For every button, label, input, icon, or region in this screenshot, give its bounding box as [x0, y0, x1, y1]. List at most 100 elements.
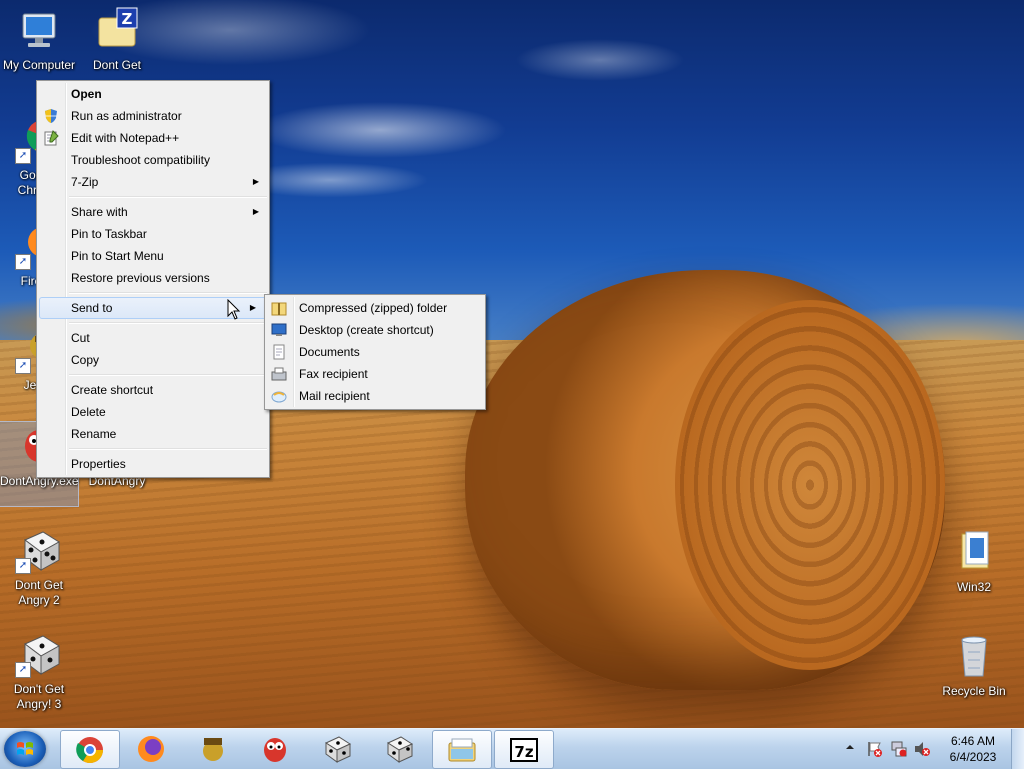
- clock-date: 6/4/2023: [949, 750, 997, 764]
- dice-icon: ➚: [15, 526, 63, 574]
- taskbar-button-firefox[interactable]: [122, 730, 180, 767]
- menu-item-label: Compressed (zipped) folder: [299, 301, 448, 315]
- shortcut-arrow-icon: ➚: [15, 558, 31, 574]
- dice-icon: ➚: [15, 630, 63, 678]
- menu-item-label: Restore previous versions: [71, 271, 210, 285]
- network-icon[interactable]: [890, 740, 908, 761]
- desktop-icon-dont-get-angry-3[interactable]: ➚ Don't Get Angry! 3: [0, 630, 78, 712]
- menu-item-rename[interactable]: Rename: [37, 423, 269, 445]
- taskbar-button-chrome[interactable]: [60, 730, 120, 769]
- start-button[interactable]: [4, 731, 46, 767]
- uac-shield-icon: [43, 108, 59, 124]
- send-to-compressed-folder[interactable]: Compressed (zipped) folder: [265, 297, 485, 319]
- explorer-icon: [447, 735, 477, 765]
- desktop-icon-win32[interactable]: Win32: [935, 528, 1013, 595]
- menu-item-label: Open: [71, 87, 102, 101]
- menu-item-label: Create shortcut: [71, 383, 154, 397]
- desktop-icon: [271, 322, 287, 338]
- computer-icon: [15, 6, 63, 54]
- 7zip-icon: 7z: [509, 735, 539, 765]
- menu-separator: [69, 292, 267, 294]
- firefox-icon: [136, 734, 166, 764]
- menu-item-label: Cut: [71, 331, 90, 345]
- show-desktop-button[interactable]: [1011, 729, 1024, 769]
- desktop-icon-my-computer[interactable]: My Computer: [0, 6, 78, 73]
- send-to-mail-recipient[interactable]: Mail recipient: [265, 385, 485, 407]
- menu-item-delete[interactable]: Delete: [37, 401, 269, 423]
- taskbar-button-dontangry[interactable]: [246, 730, 304, 767]
- menu-item-edit-with-notepadpp[interactable]: Edit with Notepad++: [37, 127, 269, 149]
- zip-folder-icon: [271, 300, 287, 316]
- submenu-arrow-icon: ▶: [252, 207, 259, 216]
- shortcut-arrow-icon: ➚: [15, 358, 31, 374]
- menu-item-restore-previous-versions[interactable]: Restore previous versions: [37, 267, 269, 289]
- taskbar-button-explorer[interactable]: [432, 730, 492, 769]
- shortcut-arrow-icon: ➚: [15, 148, 31, 164]
- send-to-documents[interactable]: Documents: [265, 341, 485, 363]
- menu-item-label: Properties: [71, 457, 126, 471]
- volume-muted-icon[interactable]: [913, 740, 931, 761]
- svg-text:7z: 7z: [514, 743, 533, 761]
- windows-logo-icon: [16, 740, 34, 758]
- menu-item-label: Rename: [71, 427, 117, 441]
- show-hidden-icons-button[interactable]: [844, 741, 856, 756]
- taskbar: 7z 6:46 AM 6/4/2023: [0, 728, 1024, 769]
- menu-item-7zip[interactable]: 7-Zip ▶: [37, 171, 269, 193]
- documents-icon: [271, 344, 287, 360]
- recycle-bin-icon: [950, 632, 998, 680]
- chrome-icon: [75, 735, 105, 765]
- desktop-icon-label: Don't Get Angry! 3: [13, 682, 65, 711]
- menu-separator: [69, 374, 267, 376]
- menu-item-properties[interactable]: Properties: [37, 453, 269, 475]
- menu-item-create-shortcut[interactable]: Create shortcut: [37, 379, 269, 401]
- taskbar-button-jewel[interactable]: [184, 730, 242, 767]
- send-to-desktop-shortcut[interactable]: Desktop (create shortcut): [265, 319, 485, 341]
- system-clock[interactable]: 6:46 AM 6/4/2023: [934, 733, 1012, 765]
- folder-icon: [950, 528, 998, 576]
- submenu-arrow-icon: ▶: [252, 177, 259, 186]
- menu-item-label: Troubleshoot compatibility: [71, 153, 210, 167]
- menu-separator: [69, 448, 267, 450]
- send-to-submenu: Compressed (zipped) folder Desktop (crea…: [264, 294, 486, 410]
- clock-time: 6:46 AM: [950, 734, 996, 748]
- menu-item-label: Delete: [71, 405, 106, 419]
- menu-separator: [69, 196, 267, 198]
- taskbar-button-7zip[interactable]: 7z: [494, 730, 554, 769]
- svg-text:Z: Z: [122, 10, 133, 28]
- menu-item-run-as-administrator[interactable]: Run as administrator: [37, 105, 269, 127]
- wallpaper-hay-bale-face: [675, 300, 945, 670]
- menu-item-pin-to-start-menu[interactable]: Pin to Start Menu: [37, 245, 269, 267]
- menu-item-label: Fax recipient: [299, 367, 368, 381]
- dontangry-icon: [260, 734, 290, 764]
- desktop-icon-recycle-bin[interactable]: Recycle Bin: [935, 632, 1013, 699]
- menu-item-open[interactable]: Open: [37, 83, 269, 105]
- mouse-cursor-icon: [227, 298, 241, 324]
- context-menu: Open Run as administrator Edit with Note…: [36, 80, 270, 478]
- taskbar-button-dice-3[interactable]: [370, 730, 428, 767]
- menu-item-share-with[interactable]: Share with ▶: [37, 201, 269, 223]
- shortcut-arrow-icon: ➚: [15, 662, 31, 678]
- menu-item-label: Share with: [71, 205, 128, 219]
- jewel-icon: [198, 734, 228, 764]
- notepadpp-icon: [43, 130, 59, 146]
- submenu-arrow-icon: ▶: [249, 303, 256, 312]
- menu-item-label: Edit with Notepad++: [71, 131, 180, 145]
- menu-item-label: Mail recipient: [299, 389, 370, 403]
- menu-item-troubleshoot-compatibility[interactable]: Troubleshoot compatibility: [37, 149, 269, 171]
- menu-item-label: Send to: [71, 301, 113, 315]
- menu-item-label: 7-Zip: [71, 175, 99, 189]
- desktop-icon-dont-get-angry-2-archive[interactable]: Z Dont Get Angry 2: [78, 6, 156, 73]
- desktop-icon-label: My Computer: [2, 58, 76, 72]
- menu-item-cut[interactable]: Cut: [37, 327, 269, 349]
- mail-icon: [271, 388, 287, 404]
- action-center-flag-icon[interactable]: [866, 740, 884, 761]
- fax-icon: [271, 366, 287, 382]
- send-to-fax-recipient[interactable]: Fax recipient: [265, 363, 485, 385]
- desktop-icon-label: Recycle Bin: [942, 684, 1006, 698]
- menu-item-copy[interactable]: Copy: [37, 349, 269, 371]
- menu-item-label: Pin to Start Menu: [71, 249, 164, 263]
- menu-item-pin-to-taskbar[interactable]: Pin to Taskbar: [37, 223, 269, 245]
- taskbar-button-dice-2[interactable]: [308, 730, 366, 767]
- menu-item-label: Copy: [71, 353, 100, 367]
- desktop-icon-dont-get-angry-2[interactable]: ➚ Dont Get Angry 2: [0, 526, 78, 608]
